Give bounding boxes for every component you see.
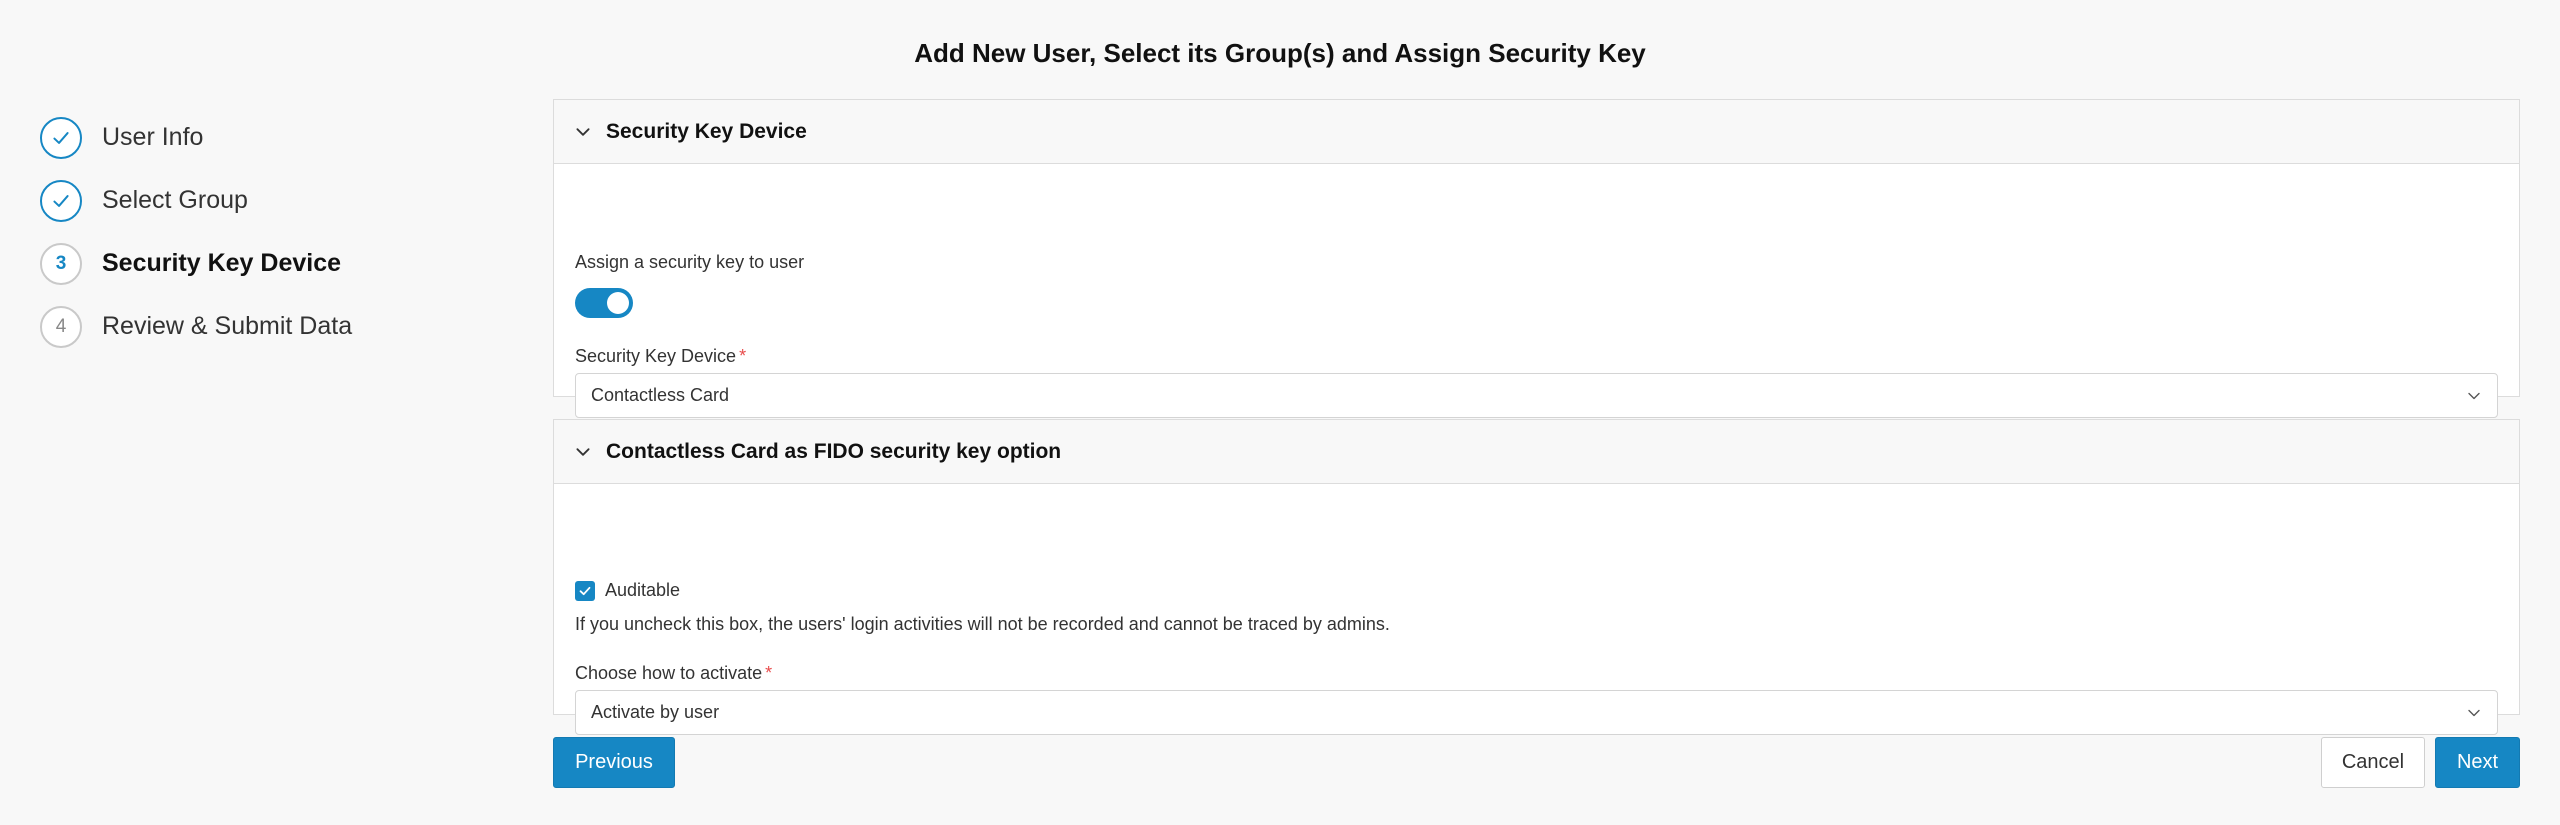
chevron-down-icon: [576, 127, 590, 136]
step-review-submit[interactable]: 4 Review & Submit Data: [40, 295, 352, 358]
auditable-help-text: If you uncheck this box, the users' logi…: [575, 614, 1390, 634]
auditable-checkbox[interactable]: [575, 580, 595, 601]
device-select[interactable]: Contactless Card: [575, 373, 2498, 418]
previous-button[interactable]: Previous: [553, 737, 675, 788]
check-icon: [579, 586, 591, 595]
toggle-knob: [607, 292, 629, 314]
step-number: 4: [40, 305, 82, 348]
device-field-label: Security Key Device *: [575, 346, 746, 367]
fido-option-panel: Contactless Card as FIDO security key op…: [553, 419, 2520, 735]
required-marker: *: [739, 346, 747, 366]
step-number: 3: [40, 242, 82, 285]
step-label: Select Group: [102, 186, 248, 214]
page-title: Add New User, Select its Group(s) and As…: [914, 38, 1646, 68]
check-icon: [40, 116, 82, 159]
next-button[interactable]: Next: [2435, 737, 2520, 788]
step-user-info[interactable]: User Info: [40, 106, 352, 169]
cancel-button[interactable]: Cancel: [2321, 737, 2425, 788]
activate-select-value: Activate by user: [591, 702, 720, 722]
chevron-down-icon: [2468, 709, 2480, 717]
panel-title: Contactless Card as FIDO security key op…: [606, 439, 1062, 463]
step-select-group[interactable]: Select Group: [40, 169, 352, 232]
chevron-down-icon: [2468, 392, 2480, 400]
device-select-value: Contactless Card: [591, 385, 730, 405]
security-key-panel-header[interactable]: Security Key Device: [554, 100, 2519, 164]
chevron-down-icon: [576, 447, 590, 456]
fido-option-panel-header[interactable]: Contactless Card as FIDO security key op…: [554, 420, 2519, 484]
step-label: Security Key Device: [102, 249, 342, 277]
auditable-label: Auditable: [605, 580, 681, 600]
required-marker: *: [765, 663, 773, 683]
assign-key-label: Assign a security key to user: [575, 252, 805, 272]
device-label-text: Security Key Device: [575, 346, 737, 366]
step-label: User Info: [102, 123, 204, 151]
auditable-row: Auditable: [575, 580, 680, 601]
step-label: Review & Submit Data: [102, 312, 353, 340]
activate-label-text: Choose how to activate: [575, 663, 763, 683]
activate-field-label: Choose how to activate *: [575, 663, 772, 684]
assign-key-toggle[interactable]: [575, 288, 633, 318]
wizard-stepper: User Info Select Group 3 Security Key De…: [40, 106, 352, 358]
security-key-panel: Security Key Device Assign a security ke…: [553, 99, 2520, 418]
activate-select[interactable]: Activate by user: [575, 690, 2498, 735]
step-security-key-device[interactable]: 3 Security Key Device: [40, 232, 352, 295]
check-icon: [40, 179, 82, 222]
panel-title: Security Key Device: [606, 119, 807, 143]
